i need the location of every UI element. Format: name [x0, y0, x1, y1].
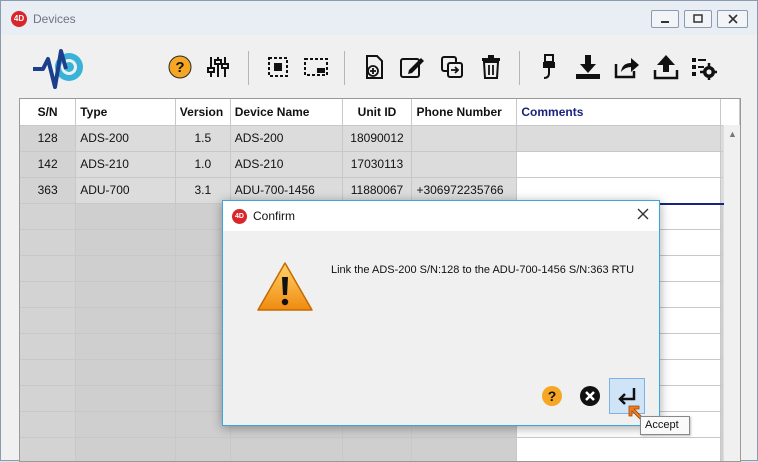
- cell-device-name: ADS-200: [230, 125, 343, 152]
- close-icon: [727, 14, 738, 24]
- column-header-sn[interactable]: S/N: [20, 99, 77, 126]
- column-header-device-name[interactable]: Device Name: [230, 99, 343, 126]
- enter-icon: [618, 388, 636, 405]
- cell-comments[interactable]: [516, 125, 722, 152]
- column-header-version[interactable]: Version: [175, 99, 231, 126]
- toolbar-separator: [248, 51, 249, 85]
- cancel-icon: [580, 386, 600, 406]
- usb-connect-button[interactable]: [536, 54, 562, 80]
- empty-row: [20, 437, 740, 461]
- deselect-icon: [304, 58, 328, 76]
- maximize-icon: [693, 14, 703, 23]
- confirm-dialog: 4D Confirm Link the ADS-200 S/N:128 to t…: [222, 200, 660, 426]
- dialog-title: Confirm: [253, 209, 296, 223]
- settings-sliders-icon: [207, 57, 229, 77]
- delete-icon: [482, 55, 500, 79]
- table-row[interactable]: 128 ADS-200 1.5 ADS-200 18090012: [20, 125, 740, 152]
- cell-sn: 363: [20, 177, 77, 204]
- cell-sn: 142: [20, 151, 77, 178]
- dialog-message: Link the ADS-200 S/N:128 to the ADU-700-…: [331, 264, 635, 276]
- settings-button[interactable]: [205, 54, 231, 80]
- link-icon: [441, 56, 463, 78]
- column-header-comments[interactable]: Comments: [516, 99, 722, 126]
- cell-type: ADS-210: [75, 151, 176, 178]
- accept-tooltip: Accept: [640, 416, 690, 435]
- app-4d-icon: 4D: [11, 11, 27, 27]
- cell-comments[interactable]: [516, 151, 722, 178]
- minimize-button[interactable]: [651, 10, 679, 28]
- cell-sn: 128: [20, 125, 77, 152]
- delete-button[interactable]: [478, 54, 504, 80]
- svg-text:?: ?: [548, 388, 557, 404]
- cell-type: ADU-700: [75, 177, 176, 204]
- close-icon: [637, 208, 649, 220]
- usb-connect-icon: [543, 54, 555, 79]
- select-all-icon: [268, 57, 288, 77]
- download-button[interactable]: [575, 54, 601, 80]
- help-button[interactable]: ?: [167, 54, 193, 80]
- toolbar: ?: [1, 35, 757, 97]
- cell-unit-id: 17030113: [342, 151, 413, 178]
- cell-phone: [411, 151, 518, 178]
- svg-text:?: ?: [175, 59, 184, 76]
- help-icon: ?: [542, 386, 562, 406]
- column-header-phone[interactable]: Phone Number: [411, 99, 518, 126]
- table-header-row: S/N Type Version Device Name Unit ID Pho…: [20, 99, 740, 126]
- maximize-button[interactable]: [684, 10, 712, 28]
- upload-icon: [653, 55, 679, 80]
- title-bar: 4D Devices: [1, 1, 757, 35]
- upload-button[interactable]: [653, 54, 679, 80]
- warning-icon: [257, 262, 313, 311]
- edit-button[interactable]: [399, 54, 425, 80]
- dialog-help-button[interactable]: ?: [539, 383, 565, 409]
- export-icon: [614, 58, 639, 79]
- cell-type: ADS-200: [75, 125, 176, 152]
- deselect-button[interactable]: [303, 54, 329, 80]
- dialog-cancel-button[interactable]: [577, 383, 603, 409]
- download-icon: [576, 55, 600, 79]
- table-row[interactable]: 142 ADS-210 1.0 ADS-210 17030113: [20, 151, 740, 178]
- add-device-icon: [366, 55, 383, 79]
- select-all-button[interactable]: [265, 54, 291, 80]
- cell-version: 1.0: [175, 151, 231, 178]
- column-header-type[interactable]: Type: [75, 99, 176, 126]
- manage-icon: [692, 58, 717, 80]
- add-device-button[interactable]: [361, 54, 387, 80]
- column-header-unit-id[interactable]: Unit ID: [342, 99, 413, 126]
- help-icon: ?: [168, 55, 192, 79]
- vertical-scrollbar[interactable]: ▲: [723, 125, 740, 461]
- toolbar-separator: [519, 51, 520, 85]
- link-button[interactable]: [439, 54, 465, 80]
- window-close-button[interactable]: [717, 10, 748, 28]
- window-title: Devices: [33, 12, 76, 26]
- cell-device-name: ADS-210: [230, 151, 343, 178]
- column-header-spacer: [720, 99, 740, 126]
- dialog-title-bar: 4D Confirm: [223, 201, 659, 231]
- edit-icon: [400, 58, 424, 78]
- cell-version: 1.5: [175, 125, 231, 152]
- export-button[interactable]: [614, 54, 640, 80]
- app-logo: [33, 49, 83, 89]
- cell-phone: [411, 125, 518, 152]
- scroll-up-icon[interactable]: ▲: [728, 129, 737, 139]
- manage-button[interactable]: [691, 54, 717, 80]
- toolbar-separator: [344, 51, 345, 85]
- cell-unit-id: 18090012: [342, 125, 413, 152]
- dialog-app-icon: 4D: [232, 209, 247, 224]
- dialog-close-button[interactable]: [633, 207, 653, 225]
- minimize-icon: [661, 21, 669, 23]
